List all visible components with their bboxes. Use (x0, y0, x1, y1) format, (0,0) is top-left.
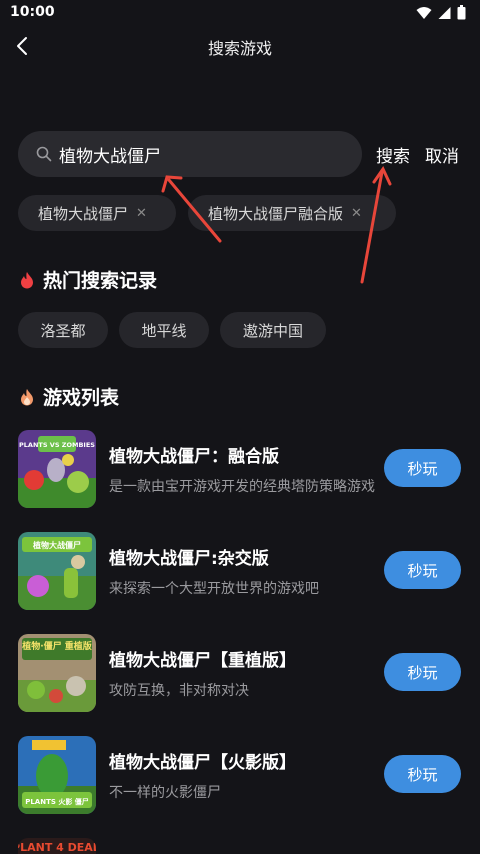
game-description: 来探索一个大型开放世界的游戏吧 (109, 581, 319, 597)
page-title: 搜索游戏 (207, 39, 272, 58)
hot-search-title: 热门搜索记录 (43, 270, 158, 292)
close-icon[interactable]: ✕ (351, 206, 362, 221)
search-row: 搜索 取消 (18, 131, 468, 177)
hot-search-chip-label: 洛圣都 (40, 321, 86, 340)
cancel-button[interactable]: 取消 (425, 142, 459, 167)
history-chip[interactable]: 植物大战僵尸 ✕ (18, 195, 176, 231)
history-chip-label: 植物大战僵尸融合版 (208, 204, 344, 223)
game-list-item[interactable]: PLANT 4 DEAD (18, 838, 468, 854)
nav-bar: 搜索游戏 (0, 26, 480, 66)
game-list-item[interactable]: PLANTS VS ZOMBIES 植物大战僵尸：融合版 是一款由宝开游戏开发的… (18, 430, 468, 512)
thumbnail-logo-text: PLANTS VS ZOMBIES (19, 441, 95, 449)
game-title: 植物大战僵尸【火影版】 (109, 753, 296, 773)
game-title: 植物大战僵尸：融合版 (109, 447, 279, 467)
game-description: 攻防互换，非对称对决 (109, 683, 249, 699)
play-now-button[interactable]: 秒玩 (384, 449, 461, 487)
game-thumbnail[interactable]: 植物·僵尸 重植版 (18, 634, 96, 712)
search-box[interactable] (18, 131, 362, 177)
game-thumbnail[interactable]: PLANTS VS ZOMBIES (18, 430, 96, 508)
battery-icon (457, 5, 466, 20)
fire-icon (21, 271, 33, 288)
thumbnail-logo-text: 植物·僵尸 重植版 (21, 640, 92, 652)
game-description: 不一样的火影僵尸 (109, 785, 221, 801)
fire-icon (21, 388, 33, 405)
hot-search-chip[interactable]: 洛圣都 (18, 312, 108, 348)
status-icons (416, 5, 466, 20)
game-thumbnail[interactable]: PLANTS 火影 僵尸 (18, 736, 96, 814)
game-list-item[interactable]: 植物大战僵尸 植物大战僵尸:杂交版 来探索一个大型开放世界的游戏吧 秒玩 (18, 532, 468, 614)
hot-search-chip-label: 地平线 (141, 321, 187, 340)
status-bar: 10:00 (0, 0, 480, 26)
wifi-icon (416, 6, 432, 19)
hot-search-chip-label: 遨游中国 (242, 321, 303, 340)
signal-icon (438, 6, 451, 19)
search-button[interactable]: 搜索 (376, 142, 410, 167)
close-icon[interactable]: ✕ (136, 206, 147, 221)
search-icon (36, 146, 52, 162)
play-now-button[interactable]: 秒玩 (384, 653, 461, 691)
thumbnail-logo-text: PLANTS 火影 僵尸 (25, 797, 89, 806)
game-list-item[interactable]: PLANTS 火影 僵尸 植物大战僵尸【火影版】 不一样的火影僵尸 秒玩 (18, 736, 468, 818)
game-thumbnail[interactable]: PLANT 4 DEAD (18, 838, 96, 854)
thumbnail-logo-text: PLANT 4 DEAD (18, 841, 96, 854)
history-chip[interactable]: 植物大战僵尸融合版 ✕ (188, 195, 396, 231)
game-title: 植物大战僵尸:杂交版 (109, 549, 269, 569)
search-input[interactable] (59, 140, 349, 168)
play-now-button[interactable]: 秒玩 (384, 551, 461, 589)
game-title: 植物大战僵尸【重植版】 (109, 651, 296, 671)
game-list-title: 游戏列表 (43, 387, 120, 409)
game-list-item[interactable]: 植物·僵尸 重植版 植物大战僵尸【重植版】 攻防互换，非对称对决 秒玩 (18, 634, 468, 716)
hot-search-chip[interactable]: 遨游中国 (220, 312, 326, 348)
hot-search-chip[interactable]: 地平线 (119, 312, 209, 348)
status-time: 10:00 (10, 4, 55, 20)
game-list-heading: 游戏列表 (20, 383, 119, 410)
game-description: 是一款由宝开游戏开发的经典塔防策略游戏 (109, 479, 375, 495)
annotation-arrows (161, 165, 392, 284)
play-now-button[interactable]: 秒玩 (384, 755, 461, 793)
game-thumbnail[interactable]: 植物大战僵尸 (18, 532, 96, 610)
hot-search-heading: 热门搜索记录 (20, 266, 157, 293)
thumbnail-logo-text: 植物大战僵尸 (32, 540, 81, 550)
history-chip-label: 植物大战僵尸 (38, 204, 129, 223)
